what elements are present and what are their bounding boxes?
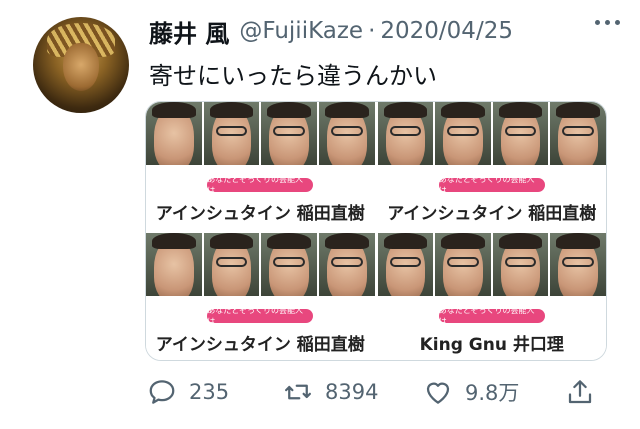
face-photo bbox=[435, 232, 491, 296]
face-photo bbox=[146, 232, 202, 296]
match-name: アインシュタイン 稲田直樹 bbox=[155, 334, 365, 355]
tweet: 藤井 風 @FujiiKaze · 2020/04/25 寄せにいったら違うんか… bbox=[0, 0, 640, 429]
heart-icon bbox=[426, 382, 450, 404]
share-button[interactable] bbox=[565, 377, 595, 407]
more-dots-icon[interactable] bbox=[595, 20, 620, 25]
tweet-text: 寄せにいったら違うんかい bbox=[149, 62, 437, 90]
result-pill: あなたとそっくりの芸能人は… bbox=[207, 306, 314, 326]
match-name: King Gnu 井口理 bbox=[419, 334, 564, 355]
media-card[interactable]: あなたとそっくりの芸能人は… King Gnu 井口理 bbox=[377, 232, 606, 360]
result-pill: あなたとそっくりの芸能人は… bbox=[438, 306, 545, 326]
action-bar: 235 8394 9.8万 bbox=[147, 377, 597, 413]
face-photo bbox=[492, 232, 549, 296]
separator: · bbox=[368, 18, 376, 44]
reply-icon bbox=[149, 380, 175, 404]
tweet-header: 藤井 風 @FujiiKaze · 2020/04/25 bbox=[149, 14, 620, 48]
display-name[interactable]: 藤井 風 bbox=[149, 14, 229, 49]
face-strip bbox=[146, 102, 375, 165]
avatar[interactable] bbox=[33, 17, 129, 113]
result-pill: あなたとそっくりの芸能人は… bbox=[438, 175, 545, 195]
media-card[interactable]: あなたとそっくりの芸能人は… アインシュタイン 稲田直樹 bbox=[146, 102, 375, 230]
face-photo bbox=[203, 232, 260, 296]
match-name: アインシュタイン 稲田直樹 bbox=[155, 204, 365, 224]
retweet-icon bbox=[285, 384, 311, 400]
face-photo bbox=[203, 102, 260, 165]
face-photo bbox=[261, 102, 317, 165]
retweet-button[interactable]: 8394 bbox=[283, 377, 378, 407]
share-icon bbox=[568, 380, 592, 404]
face-photo bbox=[550, 102, 606, 165]
media-grid[interactable]: あなたとそっくりの芸能人は… アインシュタイン 稲田直樹 あなたとそっくりの芸能… bbox=[145, 101, 607, 361]
result-pill: あなたとそっくりの芸能人は… bbox=[207, 175, 314, 195]
face-photo bbox=[377, 232, 434, 296]
like-button[interactable]: 9.8万 bbox=[423, 377, 519, 407]
face-photo bbox=[492, 102, 549, 165]
avatar-face bbox=[63, 43, 99, 91]
face-photo bbox=[377, 102, 434, 165]
face-photo bbox=[318, 102, 375, 165]
media-card[interactable]: あなたとそっくりの芸能人は… アインシュタイン 稲田直樹 bbox=[377, 102, 606, 230]
reply-button[interactable]: 235 bbox=[147, 377, 229, 407]
like-count: 9.8万 bbox=[465, 381, 520, 405]
face-photo bbox=[550, 232, 606, 296]
match-name: アインシュタイン 稲田直樹 bbox=[387, 204, 597, 224]
user-handle[interactable]: @FujiiKaze bbox=[239, 18, 363, 44]
retweet-count: 8394 bbox=[325, 380, 379, 404]
face-photo bbox=[318, 232, 375, 296]
face-strip bbox=[146, 232, 375, 296]
tweet-date[interactable]: 2020/04/25 bbox=[380, 18, 513, 44]
face-photo bbox=[435, 102, 491, 165]
reply-count: 235 bbox=[189, 380, 230, 404]
face-strip bbox=[377, 102, 606, 165]
face-strip bbox=[377, 232, 606, 296]
face-photo bbox=[146, 102, 202, 165]
media-card[interactable]: あなたとそっくりの芸能人は… アインシュタイン 稲田直樹 bbox=[146, 232, 375, 360]
face-photo bbox=[261, 232, 317, 296]
